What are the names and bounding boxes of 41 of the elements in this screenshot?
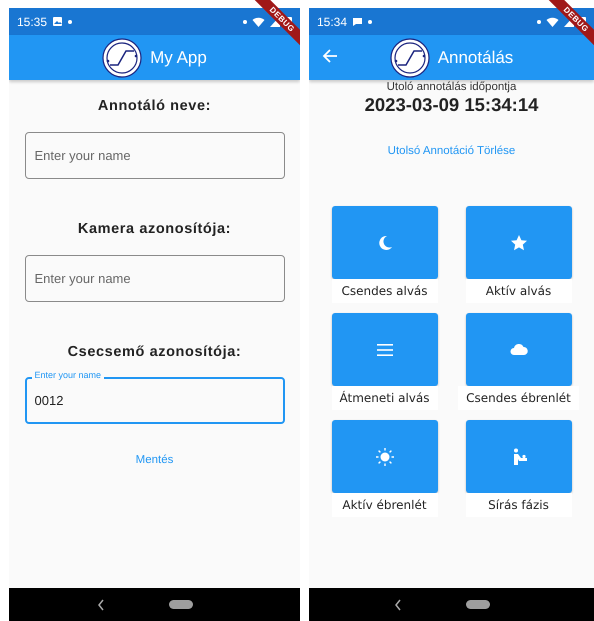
back-nav-icon	[394, 598, 402, 610]
text-field[interactable]: Enter your name	[24, 132, 284, 179]
sun-icon	[374, 446, 394, 467]
annotation-label: Átmeneti alvás	[332, 386, 438, 410]
field-label: Kamera azonosítója:	[78, 220, 232, 239]
delete-last-annotation-button[interactable]: Utolsó Annotáció Törlése	[380, 139, 524, 164]
wifi-icon	[252, 16, 265, 27]
annotation-button[interactable]	[332, 206, 438, 280]
last-annotation-timestamp: 2023-03-09 15:34:14	[364, 94, 538, 116]
annotation-button[interactable]	[466, 313, 572, 386]
image-icon	[52, 16, 64, 27]
last-annotation-caption: Utoló annotálás időpontja	[386, 81, 516, 94]
app-title: Annotálás	[438, 46, 514, 69]
field-label: Annotáló neve:	[98, 97, 212, 116]
annotation-button[interactable]	[466, 206, 572, 280]
save-button[interactable]: Mentés	[128, 448, 182, 474]
annotation-label: Csendes alvás	[332, 279, 438, 304]
annotation-button[interactable]	[466, 420, 572, 494]
annotation-label: Aktív ébrenlét	[332, 493, 438, 518]
annotation-button[interactable]	[332, 420, 438, 494]
text-field[interactable]: Enter your name	[24, 254, 284, 302]
app-logo-icon	[390, 38, 430, 78]
annotation-button[interactable]	[332, 313, 438, 386]
wifi-icon	[546, 16, 559, 27]
back-nav-icon	[96, 598, 104, 610]
chat-bubble-icon	[352, 16, 364, 27]
home-pill-icon	[466, 600, 490, 609]
app-logo-icon	[102, 38, 142, 78]
notification-dot-icon	[243, 20, 247, 24]
star-icon	[508, 232, 528, 253]
notification-dot-icon	[368, 20, 372, 24]
notification-dot-icon	[537, 20, 541, 24]
annotation-label: Sírás fázis	[466, 493, 572, 518]
annotation-label: Aktív alvás	[466, 279, 572, 304]
annotation-label: Csendes ébrenlét	[458, 386, 579, 410]
status-time: 15:35	[17, 14, 48, 30]
home-pill-icon	[168, 600, 192, 609]
notification-dot-icon	[68, 20, 72, 24]
app-title: My App	[150, 46, 207, 69]
status-time: 15:34	[317, 14, 348, 30]
field-label: Csecsemő azonosítója:	[68, 342, 242, 362]
